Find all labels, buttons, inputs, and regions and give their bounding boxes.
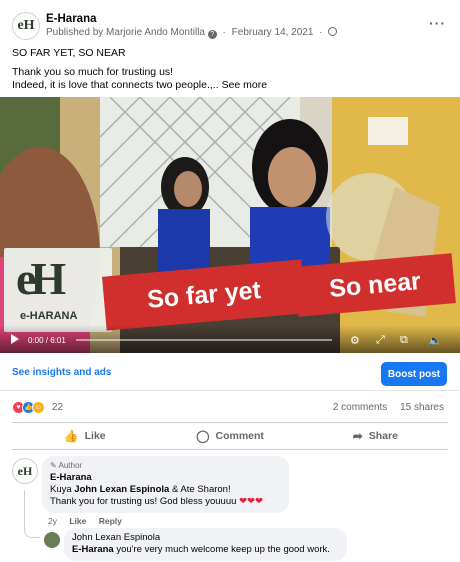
post-line-2-text: Indeed, it is love that connects two peo… — [12, 79, 219, 91]
reply-mention[interactable]: E-Harana — [72, 544, 114, 555]
picture-in-picture-icon[interactable]: ⧉ — [400, 334, 408, 347]
comment-bubble-icon: ◯ — [196, 429, 210, 443]
comment-reply-link[interactable]: Reply — [99, 516, 122, 526]
like-label: Like — [84, 430, 106, 442]
video-player[interactable]: eH e-HARANA So far yet So near 0:00 / 6:… — [0, 97, 460, 353]
facebook-post: eH E-Harana Published by Marjorie Ando M… — [0, 0, 460, 562]
share-button[interactable]: ➦ Share — [303, 423, 448, 449]
see-more-link[interactable]: See more — [222, 79, 268, 91]
post-text: SO FAR YET, SO NEAR Thank you so much fo… — [12, 47, 448, 92]
commenter-name[interactable]: E-Harana — [50, 472, 281, 484]
video-time: 0:00 / 6:01 — [28, 336, 66, 345]
comment-line-1: Kuya John Lexan Espinola & Ate Sharon! — [50, 484, 281, 496]
care-reaction-icon: ☺ — [32, 401, 45, 414]
post-line-2: Indeed, it is love that connects two peo… — [12, 79, 448, 92]
like-button[interactable]: 👍 Like — [12, 423, 157, 449]
mention-link[interactable]: John Lexan Espinola — [74, 484, 169, 495]
separator-dot: · — [319, 27, 323, 38]
author-badge-label: Author — [58, 461, 83, 470]
separator-dot: · — [222, 27, 226, 38]
logo-mark: eH — [16, 253, 66, 304]
published-prefix: Published by — [46, 27, 104, 38]
pencil-icon: ✎ — [50, 461, 57, 470]
play-icon[interactable] — [11, 334, 19, 344]
comment-share-counts: 2 comments 15 shares — [333, 402, 444, 413]
reactions-summary[interactable]: ♥ 👍 ☺ — [12, 401, 52, 415]
reply-thread-line — [24, 490, 40, 538]
engagement-stats: ♥ 👍 ☺ 22 2 comments 15 shares — [12, 399, 448, 417]
volume-icon[interactable]: 🔈 — [428, 334, 442, 347]
boost-post-button[interactable]: Boost post — [381, 362, 447, 386]
comment-label: Comment — [215, 430, 264, 442]
globe-icon — [328, 27, 338, 36]
comment-age[interactable]: 2y — [48, 516, 57, 526]
post-line-1: Thank you so much for trusting us! — [12, 66, 174, 78]
page-avatar[interactable]: eH — [12, 12, 40, 40]
shares-count[interactable]: 15 shares — [400, 402, 444, 413]
comment-button[interactable]: ◯ Comment — [157, 423, 302, 449]
comment-text: Kuya — [50, 484, 75, 495]
post-actions: 👍 Like ◯ Comment ➦ Share — [12, 422, 448, 450]
more-options-icon[interactable]: ··· — [429, 15, 446, 31]
comment-text: & Ate Sharon! — [169, 484, 231, 495]
comment-text: Thank you for trusting us! God bless you… — [50, 496, 240, 507]
author-badge: ✎ Author — [50, 460, 281, 472]
comment-like-link[interactable]: Like — [69, 516, 86, 526]
commenter-avatar[interactable]: eH — [12, 458, 38, 484]
reply-text: you're very much welcome keep up the goo… — [113, 544, 330, 555]
insights-row: See insights and ads Boost post — [0, 353, 460, 391]
share-label: Share — [368, 430, 398, 442]
question-icon[interactable]: ? — [207, 30, 217, 39]
settings-icon[interactable]: ⚙ — [350, 334, 360, 347]
reply-bubble: John Lexan Espinola E-Harana you're very… — [64, 528, 347, 561]
reply-text-line: E-Harana you're very much welcome keep u… — [72, 544, 339, 556]
share-arrow-icon: ➦ — [352, 429, 363, 443]
page-name[interactable]: E-Harana — [46, 13, 97, 25]
post-title-line: SO FAR YET, SO NEAR — [12, 47, 126, 59]
thumbs-up-icon: 👍 — [63, 429, 79, 443]
publisher-name[interactable]: Marjorie Ando Montilla — [106, 27, 205, 38]
comment-bubble: ✎ Author E-Harana Kuya John Lexan Espino… — [42, 456, 289, 513]
fullscreen-icon[interactable]: ⤢ — [376, 334, 385, 347]
comments-count[interactable]: 2 comments — [333, 402, 387, 413]
hearts-emoji: ❤❤❤ — [239, 496, 263, 507]
reply-avatar[interactable] — [44, 532, 60, 548]
logo-word: e-HARANA — [20, 310, 78, 322]
post-meta: Published by Marjorie Ando Montilla ? · … — [46, 27, 338, 39]
post-header: eH E-Harana Published by Marjorie Ando M… — [12, 12, 448, 42]
see-insights-link[interactable]: See insights and ads — [12, 367, 111, 378]
comment-meta: 2y Like Reply — [48, 516, 122, 526]
comment-line-2: Thank you for trusting us! God bless you… — [50, 496, 281, 508]
reaction-count[interactable]: 22 — [52, 402, 63, 413]
progress-bar[interactable] — [76, 339, 332, 341]
reply-author[interactable]: John Lexan Espinola — [72, 532, 339, 544]
post-date[interactable]: February 14, 2021 — [232, 27, 314, 38]
e-harana-watermark: eH e-HARANA — [4, 248, 112, 332]
